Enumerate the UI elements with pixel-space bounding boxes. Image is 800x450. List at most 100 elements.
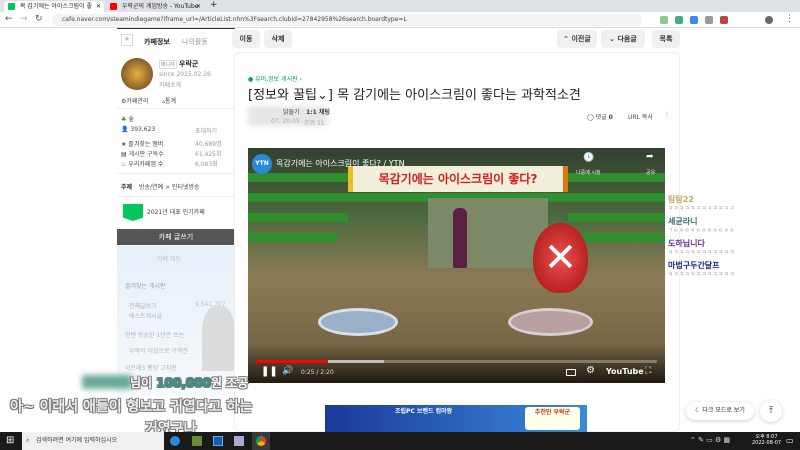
topic-value[interactable]: 방송/연예 > 인터넷방송 [139,182,200,191]
taskbar-search-input[interactable]: ⌕ 검색하려면 여기에 입력하십시오 [22,432,164,450]
menu-icon[interactable]: ⋮ [785,14,794,24]
close-icon[interactable]: ✕ [96,1,101,12]
chat-message: ㅋㅋㅋㅋㅋㅋㅋㅋㅋㅋㅋㅋ [668,250,736,256]
reload-icon[interactable]: ↻ [35,14,43,24]
advertisement-banner[interactable]: 조립PC 브랜드 컴마왕 추천인 우락군 [325,405,587,432]
extension-icon[interactable] [705,16,713,24]
topic-label: 주제 [121,184,133,191]
system-tray-icons[interactable]: ⌃ ✎ ▭ ⚙ ▦ [690,436,730,444]
dark-mode-button[interactable]: ☾ 다크 모드로 보기 [686,402,754,420]
fullscreen-icon[interactable]: ⛶ [645,366,651,376]
author-name[interactable]: 닭둘기 [283,107,300,116]
extension-icon[interactable] [660,16,668,24]
write-post-button[interactable]: 카페 글쓰기 [117,229,235,245]
label: 원 조공 [210,376,249,390]
board-item[interactable]: 이르래3 팬덤 고지전 [125,363,177,372]
windows-start-icon[interactable]: ⊞ [6,435,14,446]
news-banner: 목감기에는 아이스크림이 좋다? [348,166,568,192]
members-value: 393,623 [130,126,156,133]
new-tab-button[interactable]: + [210,0,218,10]
tab-title: 목 감기에는 아이스크림이 좋 [20,3,92,10]
back-icon[interactable]: ← [5,14,13,24]
url-copy-button[interactable]: URL 복사 [628,112,653,121]
move-button[interactable]: 이동 [232,30,260,48]
manager-name[interactable]: 우락군 [179,59,198,69]
label: 이전글 [571,35,591,43]
invite-link[interactable]: 초대하기 [195,126,217,135]
label: 통계 [165,98,177,105]
tab-cafe-info[interactable]: 카페정보 [144,37,170,47]
list-button[interactable]: 목록 [652,30,680,48]
board-link[interactable]: ● 유머,정보 게시판 › [248,74,302,83]
view-count: 조회 11 [304,120,325,127]
video-title[interactable]: 목감기에는 아이스크림이 좋다? / YTN [276,158,405,169]
board-item[interactable]: 전체글보기 [129,301,157,310]
o-platform [318,308,398,336]
edge-icon[interactable] [170,436,180,446]
one-on-one-chat-link[interactable]: 1:1 채팅 [306,107,330,116]
cafe-intro-link[interactable]: 카페소개 [159,80,181,89]
star-icon[interactable]: ★ [121,34,133,46]
forward-icon[interactable]: → [20,14,28,24]
pause-icon[interactable]: ❚❚ [261,366,278,377]
stats-link[interactable]: ▵통계 [162,96,176,105]
prev-post-button[interactable]: ⌃ 이전글 [557,30,597,48]
comment-count: 0 [608,114,613,121]
anchor-figure [453,208,467,268]
notepad-icon[interactable] [234,436,244,446]
stat-label: 즐겨찾는 멤버 [128,141,164,148]
app-icon[interactable] [213,436,223,446]
popular-cafe-badge: 2021년 대표 인기카페 [147,209,205,216]
more-options-icon[interactable]: ⋮ [664,111,670,118]
member-count[interactable]: 👤 393,623 [121,126,155,133]
extension-icon[interactable] [675,16,683,24]
board-item[interactable]: 한번 방송한 1년은 쓰는 [125,330,184,339]
youtube-logo[interactable]: YouTube [606,367,644,376]
stat-row: ▤ 게시판 구독수 [121,151,164,158]
chat-message: ㅋㅋㅋㅋㅋㅋㅋㅋㅋㅋㅋㅋ [668,272,736,278]
address-bar-row: ← → ↻ cafe.naver.com/steamindiegame?ifra… [0,12,800,28]
url-input[interactable]: cafe.naver.com/steamindiegame?iframe_url… [52,14,642,26]
next-post-button[interactable]: ⌄ 다음글 [601,30,645,48]
youtube-icon [110,3,117,10]
extension-icon[interactable] [690,16,698,24]
close-icon[interactable]: ✕ [196,1,201,12]
profile-avatar[interactable] [765,16,773,24]
delete-button[interactable]: 삭제 [264,30,292,48]
progress-bar[interactable] [256,360,657,363]
cafe-chat-link[interactable]: 카페 채팅 [157,254,181,263]
stat-label: 우리카페앱 수 [128,161,164,168]
scroll-top-icon[interactable]: ⤒ [760,400,782,422]
favorite-boards[interactable]: 즐겨찾는 게시판 [125,281,166,290]
youtube-player[interactable]: 목감기에는 아이스크림이 좋다? YTN 목감기에는 아이스크림이 좋다? / … [248,148,665,383]
donation-amount: 100,000 [156,376,211,390]
cafe-manage-link[interactable]: ⚙카페관리 [121,96,148,105]
minecraft-icon[interactable] [192,436,202,446]
volume-icon[interactable]: 🔊 [282,366,293,376]
clock-icon[interactable]: 🕓 [583,153,594,163]
chat-username: 세균라니 [668,217,698,226]
board-item[interactable]: 베스트게시글 [129,311,162,320]
comments-link[interactable]: ◯ 댓글 0 [587,112,613,121]
since-date: since 2015.02.26. [159,71,213,78]
settings-icon[interactable]: ⚙ [586,365,595,376]
chrome-taskbar-button[interactable] [252,432,270,450]
board-item[interactable]: 우락이 이것으로 구역전 [129,346,188,355]
share-icon[interactable]: ➦ [646,152,654,162]
naver-cafe-icon [8,3,15,10]
channel-avatar[interactable]: YTN [252,154,272,174]
clock[interactable]: 오후 8:07 2022-08-07 [752,433,781,446]
tab-youtube[interactable]: 우락군의 게임방송 - YouTube ✕ [106,1,204,12]
share-label: 공유 [646,170,656,176]
captions-icon[interactable] [566,369,576,376]
tab-my-activity[interactable]: 나의활동 [182,37,208,47]
subtitle-line-1: 아~ 이래서 애들이 형보고 귀엽다고 하는 [10,399,253,415]
background-stripe [568,213,665,222]
x-platform [508,308,593,336]
watch-later-label: 나중에 시청 [576,170,601,176]
extension-icon[interactable] [720,16,728,24]
chat-username: 마법구두간달프 [668,261,720,270]
chat-username: 도하닙니다 [668,239,705,248]
tab-cafe[interactable]: 목 감기에는 아이스크림이 좋 ✕ [4,1,104,12]
notification-icon[interactable]: ▭ [786,436,794,445]
